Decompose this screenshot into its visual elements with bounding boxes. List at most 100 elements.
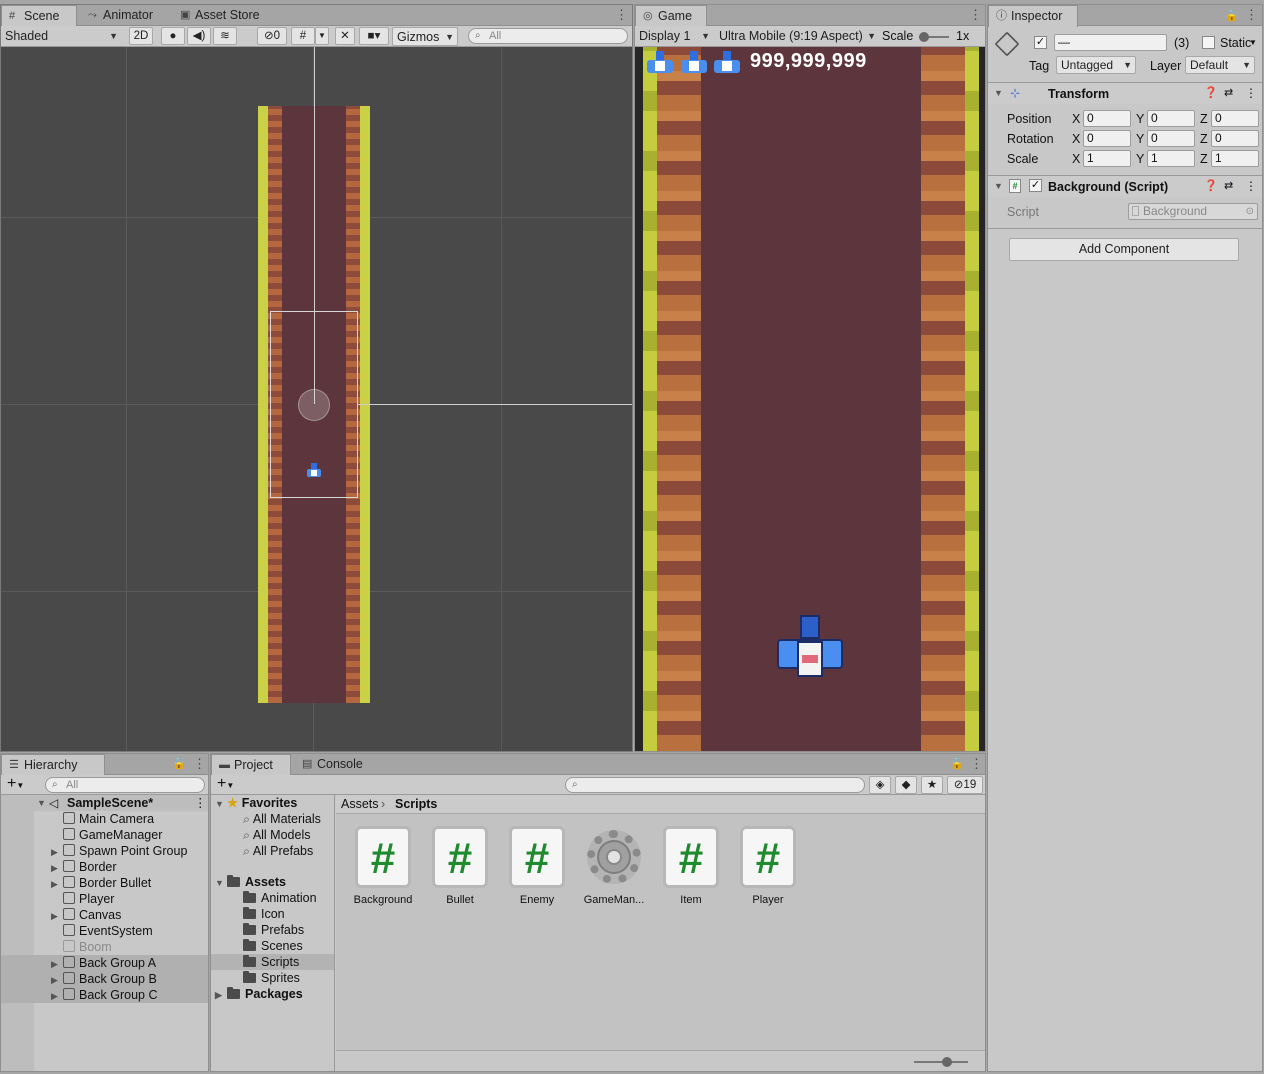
search-by-type-button[interactable]: ◈ (869, 776, 891, 794)
inspector-menu-icon[interactable]: ⋮ (1245, 8, 1258, 21)
rotation-z-field[interactable]: 0 (1211, 130, 1259, 147)
foldout-arrow-icon[interactable]: ▶ (51, 860, 63, 876)
static-dropdown-icon[interactable]: ▼ (1249, 38, 1257, 47)
rotation-x-label[interactable]: X (1072, 132, 1080, 146)
scene-menu-icon[interactable]: ⋮ (615, 8, 628, 21)
scale-y-label[interactable]: Y (1136, 152, 1144, 166)
draw-mode-dropdown[interactable]: Shaded ▼ (1, 27, 121, 46)
gizmos-dropdown[interactable]: Gizmos ▼ (392, 27, 458, 46)
foldout-arrow-icon[interactable]: ▶ (51, 956, 63, 972)
active-checkbox[interactable]: ✓ (1034, 36, 1047, 49)
grid-toggle[interactable]: # (291, 27, 315, 45)
script-object-field[interactable]: Background ⊙ (1128, 203, 1258, 220)
rotation-y-label[interactable]: Y (1136, 132, 1144, 146)
object-name-field[interactable]: — (1054, 34, 1167, 51)
icon-size-slider[interactable] (914, 1057, 968, 1067)
breadcrumb-scripts[interactable]: Scripts (395, 797, 437, 811)
scale-slider-handle[interactable] (919, 32, 929, 42)
tab-inspector[interactable]: ⓘ Inspector (988, 5, 1078, 27)
component-menu-icon[interactable]: ⋮ (1245, 86, 1257, 100)
pivot-handle[interactable] (298, 389, 330, 421)
hierarchy-item-back-group-b[interactable]: ▶ Back Group B (1, 971, 208, 987)
project-search-input[interactable]: ⌕ (565, 777, 865, 793)
rotation-z-label[interactable]: Z (1200, 132, 1208, 146)
scale-x-field[interactable]: 1 (1083, 150, 1131, 167)
effects-toggle[interactable]: ≋ (213, 27, 237, 45)
icon-size-slider-handle[interactable] (942, 1057, 952, 1067)
tag-dropdown[interactable]: Untagged ▼ (1056, 56, 1136, 74)
tab-animator[interactable]: ⤳ Animator (81, 5, 171, 26)
preset-icon[interactable]: ⇄ (1224, 86, 1233, 99)
foldout-arrow-icon[interactable]: ▶ (51, 876, 63, 892)
asset-player[interactable]: # Player (736, 826, 800, 906)
hierarchy-item-gamemanager[interactable]: GameManager (63, 827, 162, 843)
favorite-all-prefabs[interactable]: ⌕ All Prefabs (243, 843, 313, 859)
grid-dropdown[interactable]: ▼ (315, 27, 329, 45)
hierarchy-menu-icon[interactable]: ⋮ (193, 757, 206, 770)
foldout-arrow-icon[interactable]: ▶ (51, 844, 63, 860)
scale-y-field[interactable]: 1 (1147, 150, 1195, 167)
component-menu-icon[interactable]: ⋮ (1245, 179, 1257, 193)
tab-asset-store[interactable]: ▣ Asset Store (173, 5, 273, 26)
scale-x-label[interactable]: X (1072, 152, 1080, 166)
lighting-toggle[interactable]: ● (161, 27, 185, 45)
assets-folder-row[interactable]: ▼ Assets (215, 874, 286, 890)
folder-scripts[interactable]: Scripts (211, 954, 334, 970)
scale-z-label[interactable]: Z (1200, 152, 1208, 166)
asset-bullet[interactable]: # Bullet (428, 826, 492, 906)
hierarchy-item-main-camera[interactable]: Main Camera (63, 811, 154, 827)
breadcrumb-assets[interactable]: Assets (341, 797, 379, 811)
mode-2d-button[interactable]: 2D (129, 27, 153, 45)
favorites-row[interactable]: ▼ ★ Favorites (215, 795, 297, 811)
hidden-packages-toggle[interactable]: ⊘19 (947, 776, 983, 794)
rotation-x-field[interactable]: 0 (1083, 130, 1131, 147)
transform-header[interactable]: ▼ ⊹ Transform ❓ ⇄ ⋮ (988, 83, 1262, 104)
lock-icon[interactable]: 🔒 (172, 757, 186, 770)
hierarchy-item-spawn-point-group[interactable]: ▶ Spawn Point Group (51, 843, 187, 859)
object-picker-icon[interactable]: ⊙ (1246, 204, 1254, 219)
search-by-label-button[interactable]: ◆ (895, 776, 917, 794)
folder-sprites[interactable]: Sprites (243, 970, 300, 986)
add-component-button[interactable]: Add Component (1009, 238, 1239, 261)
scene-search-input[interactable]: ⌕ All (468, 28, 628, 44)
layer-dropdown[interactable]: Default ▼ (1185, 56, 1255, 74)
hierarchy-item-player[interactable]: Player (63, 891, 114, 907)
asset-enemy[interactable]: # Enemy (505, 826, 569, 906)
help-icon[interactable]: ❓ (1204, 179, 1218, 192)
tab-hierarchy[interactable]: ☰ Hierarchy (1, 754, 105, 776)
script-enabled-checkbox[interactable]: ✓ (1029, 179, 1042, 192)
favorite-all-models[interactable]: ⌕ All Models (243, 827, 310, 843)
tab-project[interactable]: ▬ Project (211, 754, 291, 776)
position-y-label[interactable]: Y (1136, 112, 1144, 126)
favorites-button[interactable]: ★ (921, 776, 943, 794)
scene-viewport[interactable] (1, 47, 632, 751)
create-asset-button[interactable]: +▼ (217, 776, 234, 794)
create-button[interactable]: +▼ (7, 776, 24, 794)
favorite-all-materials[interactable]: ⌕ All Materials (243, 811, 321, 827)
tab-scene[interactable]: # Scene (1, 5, 77, 27)
static-checkbox[interactable] (1202, 36, 1215, 49)
folder-prefabs[interactable]: Prefabs (243, 922, 304, 938)
folder-animation[interactable]: Animation (243, 890, 317, 906)
hierarchy-item-canvas[interactable]: ▶ Canvas (51, 907, 121, 923)
scene-menu-icon[interactable]: ⋮ (194, 795, 207, 811)
game-viewport[interactable]: 999,999,999 (635, 47, 985, 751)
packages-folder-row[interactable]: ▶ Packages (215, 986, 303, 1002)
asset-item[interactable]: # Item (659, 826, 723, 906)
camera-dropdown[interactable]: ■▾ (359, 27, 389, 45)
tab-game[interactable]: ◎ Game (635, 5, 707, 27)
hierarchy-item-border[interactable]: ▶ Border (51, 859, 117, 875)
foldout-arrow-icon[interactable]: ▶ (51, 988, 63, 1004)
rotation-y-field[interactable]: 0 (1147, 130, 1195, 147)
aspect-dropdown[interactable]: Ultra Mobile (9:19 Aspect) ▼ (715, 27, 879, 46)
scale-slider[interactable] (919, 32, 949, 42)
foldout-arrow-icon[interactable]: ▶ (51, 972, 63, 988)
hierarchy-search-input[interactable]: ⌕ All (45, 777, 205, 793)
help-icon[interactable]: ❓ (1204, 86, 1218, 99)
project-menu-icon[interactable]: ⋮ (970, 757, 983, 770)
folder-icon-row[interactable]: Icon (243, 906, 285, 922)
lock-icon[interactable]: 🔒 (950, 757, 964, 770)
asset-background[interactable]: # Background (351, 826, 415, 906)
scale-z-field[interactable]: 1 (1211, 150, 1259, 167)
scene-root-row[interactable]: ▼ ◁ SampleScene* ⋮ (1, 795, 208, 811)
